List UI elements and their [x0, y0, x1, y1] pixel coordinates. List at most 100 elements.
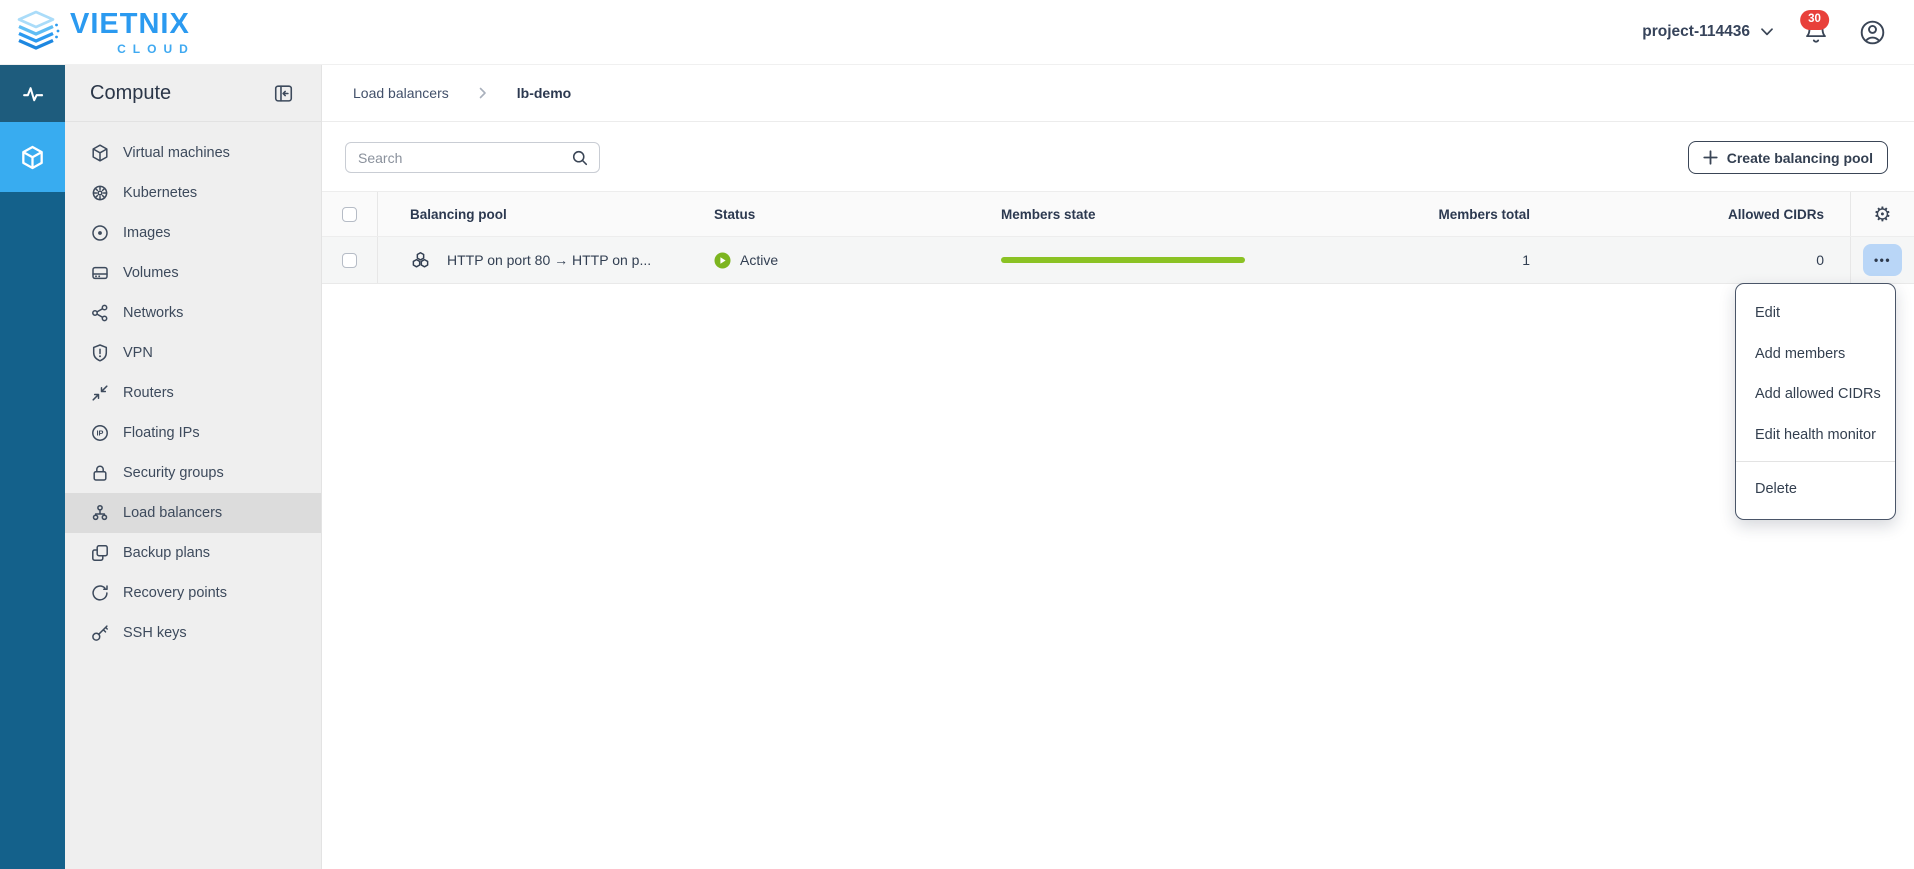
helm-wheel-icon: [90, 183, 110, 203]
members-total-cell: 1: [1281, 237, 1530, 283]
sidebar-item-volumes[interactable]: Volumes: [65, 253, 321, 293]
menu-item-add-allowed-cidrs[interactable]: Add allowed CIDRs: [1736, 374, 1895, 415]
sidebar-menu: Virtual machines Kubernetes Images: [65, 122, 321, 653]
sidebar-item-label: Routers: [123, 385, 174, 401]
menu-item-add-members[interactable]: Add members: [1736, 334, 1895, 375]
disc-icon: [90, 223, 110, 243]
user-avatar-icon: [1859, 19, 1886, 46]
sidebar-item-label: Volumes: [123, 265, 179, 281]
header-status[interactable]: Status: [714, 192, 1001, 236]
brand-text: VIETNIX CLOUD: [70, 10, 190, 55]
table-header-row: Balancing pool Status Members state Memb…: [322, 191, 1914, 237]
sidebar-item-label: Security groups: [123, 465, 224, 481]
table-row: HTTP on port 80 → HTTP on p... Active 1 …: [322, 237, 1914, 284]
sidebar-item-label: Networks: [123, 305, 183, 321]
search-icon[interactable]: [571, 149, 589, 167]
sidebar-item-label: Virtual machines: [123, 145, 230, 161]
brand-name: VIETNIX: [70, 10, 190, 39]
main-content: Load balancers lb-demo Create balancing …: [322, 65, 1914, 869]
column-settings-cell: ⚙: [1850, 192, 1914, 236]
sidebar-item-backup-plans[interactable]: Backup plans: [65, 533, 321, 573]
topbar: VIETNIX CLOUD project-114436 30: [0, 0, 1914, 65]
sidebar-item-ssh-keys[interactable]: SSH keys: [65, 613, 321, 653]
tree-icon: [90, 503, 110, 523]
status-cell: Active: [714, 237, 1001, 283]
select-all-checkbox[interactable]: [342, 207, 357, 222]
sidebar-item-routers[interactable]: Routers: [65, 373, 321, 413]
rotate-icon: [90, 583, 110, 603]
sidebar-item-security-groups[interactable]: Security groups: [65, 453, 321, 493]
row-checkbox[interactable]: [342, 253, 357, 268]
search-input[interactable]: [358, 150, 571, 166]
sidebar-item-images[interactable]: Images: [65, 213, 321, 253]
select-all-cell: [322, 192, 378, 236]
sidebar-item-label: Backup plans: [123, 545, 210, 561]
menu-item-edit[interactable]: Edit: [1736, 293, 1895, 334]
pool-name-cell[interactable]: HTTP on port 80 → HTTP on p...: [378, 237, 714, 283]
activity-icon: [21, 82, 45, 106]
gear-icon[interactable]: ⚙: [1874, 204, 1892, 224]
sidebar-item-recovery-points[interactable]: Recovery points: [65, 573, 321, 613]
breadcrumb-separator-icon: [479, 87, 487, 99]
lock-icon: [90, 463, 110, 483]
header-members-state[interactable]: Members state: [1001, 192, 1281, 236]
breadcrumb-root[interactable]: Load balancers: [353, 85, 449, 101]
sidebar-title: Compute: [90, 82, 171, 105]
sidebar-item-virtual-machines[interactable]: Virtual machines: [65, 133, 321, 173]
sidebar-item-label: Load balancers: [123, 505, 222, 521]
sidebar-item-load-balancers[interactable]: Load balancers: [65, 493, 321, 533]
hard-drive-icon: [90, 263, 110, 283]
plus-icon: [1703, 150, 1718, 165]
cube-icon: [90, 143, 110, 163]
menu-item-edit-health-monitor[interactable]: Edit health monitor: [1736, 415, 1895, 456]
header-members-total[interactable]: Members total: [1281, 192, 1530, 236]
row-actions-button[interactable]: •••: [1863, 244, 1902, 276]
sidebar-item-label: SSH keys: [123, 625, 187, 641]
notifications-button[interactable]: 30: [1803, 19, 1829, 45]
toolbar: Create balancing pool: [345, 141, 1888, 174]
row-context-menu: Edit Add members Add allowed CIDRs Edit …: [1735, 283, 1896, 520]
balancing-pools-table: Balancing pool Status Members state Memb…: [322, 191, 1914, 284]
project-selector[interactable]: project-114436: [1642, 23, 1773, 41]
rail-item-compute[interactable]: [0, 122, 65, 192]
chevron-down-icon: [1761, 28, 1773, 36]
sidebar-item-label: Recovery points: [123, 585, 227, 601]
status-active-icon: [714, 252, 731, 269]
copy-icon: [90, 543, 110, 563]
arrows-inward-icon: [90, 383, 110, 403]
share-nodes-icon: [90, 303, 110, 323]
breadcrumb-current: lb-demo: [517, 85, 571, 101]
search-box: [345, 142, 600, 173]
notification-badge: 30: [1800, 10, 1829, 30]
row-select-cell: [322, 237, 378, 283]
header-balancing-pool[interactable]: Balancing pool: [378, 192, 714, 236]
sidebar-item-vpn[interactable]: VPN: [65, 333, 321, 373]
key-icon: [90, 623, 110, 643]
sidebar-collapse-button[interactable]: [273, 83, 294, 104]
pool-cluster-icon: [410, 250, 431, 271]
sidebar-item-label: Kubernetes: [123, 185, 197, 201]
project-name: project-114436: [1642, 23, 1750, 41]
vietnix-logo: VIETNIX CLOUD: [12, 9, 190, 55]
status-badge: Active: [740, 252, 778, 268]
sidebar-item-networks[interactable]: Networks: [65, 293, 321, 333]
rail-item-monitoring[interactable]: [0, 65, 65, 122]
sidebar-item-label: Floating IPs: [123, 425, 200, 441]
create-balancing-pool-button[interactable]: Create balancing pool: [1688, 141, 1888, 174]
user-menu-button[interactable]: [1859, 19, 1886, 46]
header-allowed-cidrs[interactable]: Allowed CIDRs: [1530, 192, 1850, 236]
sidebar-item-label: VPN: [123, 345, 153, 361]
ip-circle-icon: IP: [90, 423, 110, 443]
sidebar-item-kubernetes[interactable]: Kubernetes: [65, 173, 321, 213]
app-window: VIETNIX CLOUD project-114436 30: [0, 0, 1914, 869]
breadcrumb: Load balancers lb-demo: [322, 65, 1914, 122]
sidebar-item-label: Images: [123, 225, 171, 241]
vietnix-logo-icon: [12, 9, 60, 55]
menu-separator: [1736, 461, 1895, 462]
sidebar: Compute Virtual machines Kube: [65, 65, 322, 869]
shield-alert-icon: [90, 343, 110, 363]
brand-tagline: CLOUD: [117, 43, 195, 55]
members-state-cell: [1001, 237, 1281, 283]
menu-item-delete[interactable]: Delete: [1736, 469, 1895, 510]
sidebar-item-floating-ips[interactable]: IP Floating IPs: [65, 413, 321, 453]
